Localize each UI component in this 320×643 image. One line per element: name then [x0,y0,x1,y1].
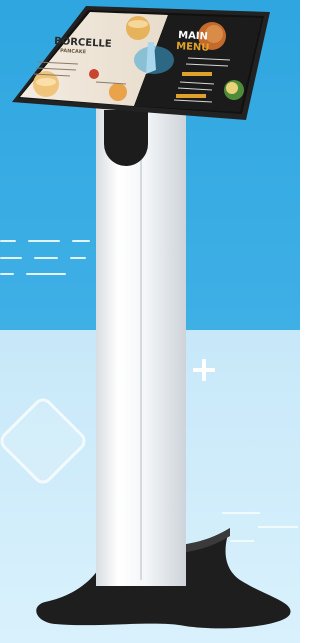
decor-dash [0,273,14,275]
decor-dash [26,273,66,275]
decor-dash [70,257,86,259]
main-menu-title-accent: MENU [176,41,210,54]
decor-dash [222,512,260,514]
plus-icon [193,359,215,381]
decor-dash [0,240,16,242]
decor-dash [28,240,60,242]
kiosk-pillar-edge [140,140,142,580]
decor-dash [72,240,90,242]
kiosk-screen: BORCELLE PANCAKE MAIN MENU [12,6,270,120]
decor-dash [0,257,22,259]
decor-dash [34,257,58,259]
